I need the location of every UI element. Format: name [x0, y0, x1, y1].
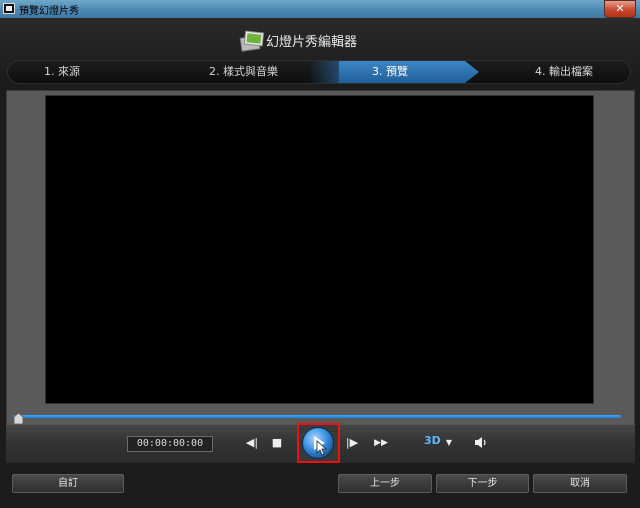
next-button[interactable]: 下一步 [436, 474, 529, 493]
cancel-button[interactable]: 取消 [533, 474, 627, 493]
play-button[interactable] [302, 427, 334, 459]
volume-icon[interactable] [474, 436, 488, 449]
3d-dropdown-arrow[interactable]: ▼ [443, 437, 455, 449]
seek-handle-icon[interactable] [14, 413, 23, 424]
next-frame-icon[interactable]: |▶ [344, 437, 360, 449]
stop-icon[interactable]: ■ [270, 437, 284, 449]
back-button[interactable]: 上一步 [338, 474, 432, 493]
play-icon [314, 436, 328, 456]
window-titlebar: 預覽幻燈片秀 ✕ [0, 0, 640, 18]
wizard-steps: 1. 來源 2. 樣式與音樂 3. 預覽 4. 輸出檔案 [7, 60, 631, 84]
3d-mode-icon[interactable]: 3D [424, 435, 441, 451]
timecode-display: 00:00:00:00 [127, 436, 213, 452]
customize-button[interactable]: 自訂 [12, 474, 124, 493]
step-source[interactable]: 1. 來源 [44, 61, 80, 83]
seek-bar[interactable] [13, 415, 621, 418]
step-preview[interactable]: 3. 預覽 [372, 61, 408, 83]
close-icon[interactable]: ✕ [604, 0, 636, 18]
app-title: 幻燈片秀編輯器 [266, 35, 358, 50]
active-step-highlight [339, 61, 479, 83]
step-style-music[interactable]: 2. 樣式與音樂 [209, 61, 278, 83]
video-preview [45, 95, 594, 404]
fast-forward-icon[interactable]: ▶▶ [372, 437, 390, 449]
step-output[interactable]: 4. 輸出檔案 [535, 61, 593, 83]
slideshow-logo-icon [239, 30, 265, 52]
prev-frame-icon[interactable]: ◀| [244, 437, 260, 449]
app-window-icon [3, 3, 15, 14]
window-title: 預覽幻燈片秀 [19, 6, 79, 17]
